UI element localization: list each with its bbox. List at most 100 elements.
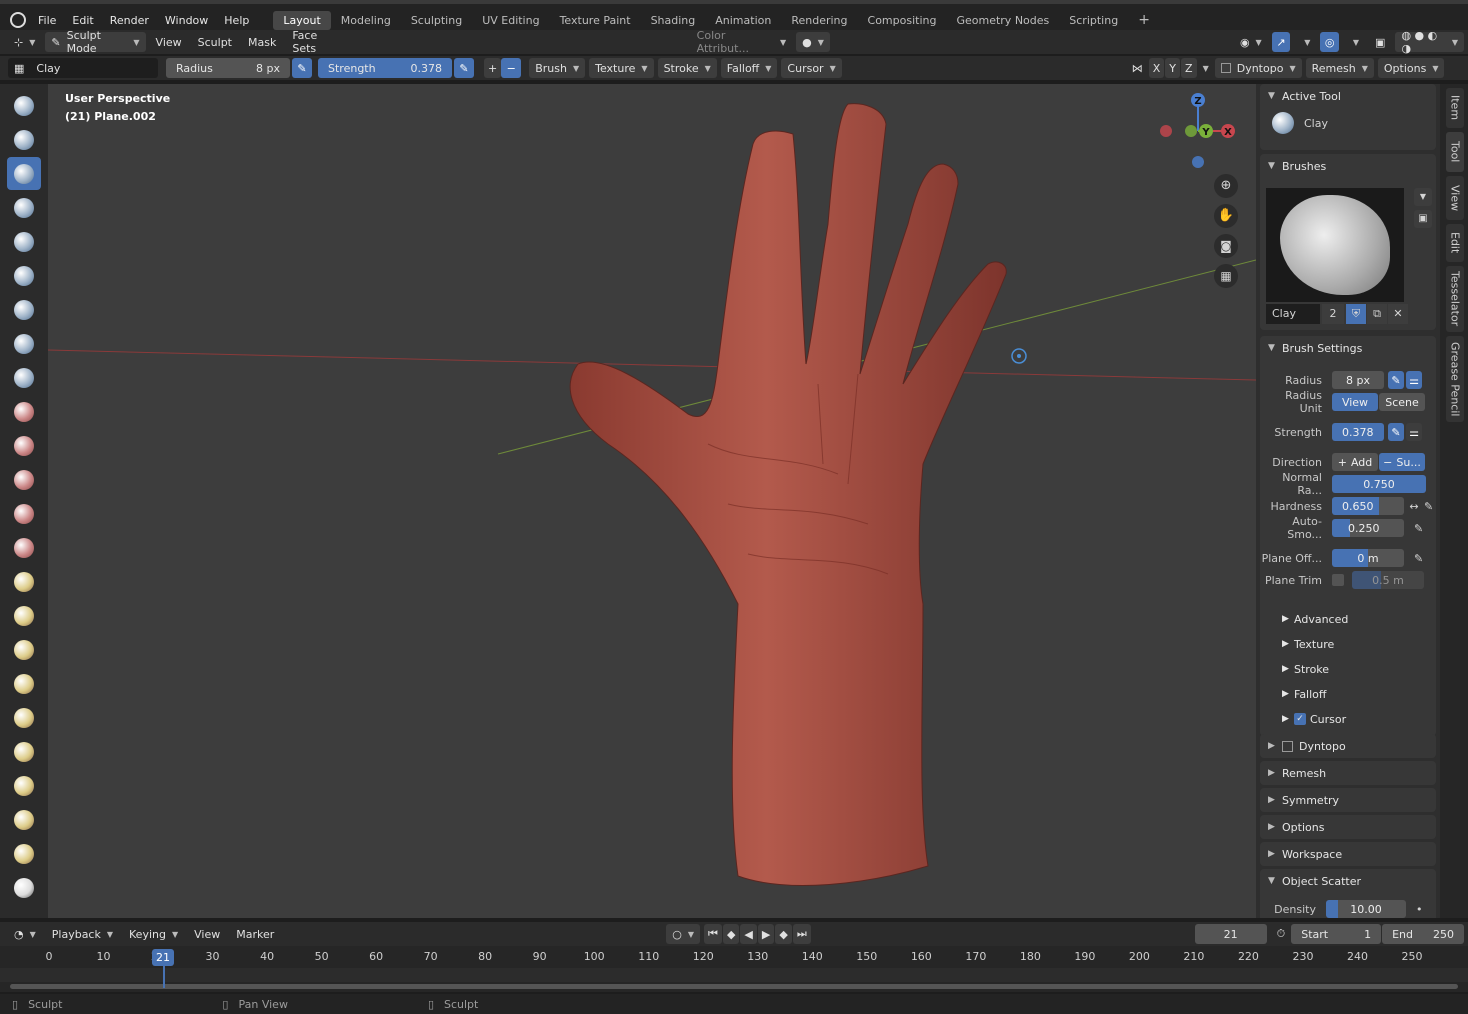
timeline-scrollbar[interactable] [10,984,1458,989]
remesh-section[interactable]: ▶ Remesh [1260,761,1436,785]
tool-slide-relax[interactable] [7,837,41,870]
tool-draw-sharp[interactable] [7,123,41,156]
strength-pressure-toggle-icon[interactable]: ✎ [1388,423,1404,441]
tool-nudge[interactable] [7,769,41,802]
brush-list-dropdown-icon[interactable]: ▼ [1414,188,1432,206]
fake-user-icon[interactable]: ⛨ [1346,304,1366,324]
brush-image-icon[interactable]: ▣ [1414,210,1432,228]
cursor-checkbox[interactable]: ✓ [1294,713,1306,725]
plane-trim-field[interactable]: 0.5 m [1352,571,1424,589]
menu-mask[interactable]: Mask [242,32,282,52]
symmetry-x[interactable]: X [1148,58,1165,78]
preview-range-icon[interactable]: ⏱ [1277,927,1286,941]
symmetry-y[interactable]: Y [1165,58,1181,78]
3d-viewport[interactable]: User Perspective (21) Plane.002 Z X Y ⊕ … [48,84,1256,918]
jump-start-icon[interactable]: ⏮ [704,924,722,944]
strength-unified-icon[interactable]: ⚌ [1406,423,1422,441]
brush-name-field[interactable]: Clay [1266,304,1320,324]
blender-logo-icon[interactable] [10,12,26,28]
color-attribute-selector[interactable]: Color Attribut... ▼ [691,29,793,55]
radius-pressure-icon[interactable]: ✎ [292,58,312,78]
menu-view[interactable]: View [150,32,188,52]
keying-menu[interactable]: Keying ▼ [123,924,184,944]
remesh-menu[interactable]: Remesh ▼ [1305,58,1374,78]
strength-prop-field[interactable]: 0.378 [1332,423,1384,441]
subtract-direction-icon[interactable]: − [501,58,522,78]
texture-menu[interactable]: Texture ▼ [589,58,654,78]
gizmo-dropdown-icon[interactable]: ▼ [1292,32,1316,52]
editor-type-icon[interactable]: ⊹ ▼ [8,32,41,52]
direction-subtract-button[interactable]: − Su... [1379,453,1425,471]
subpanel-texture[interactable]: ▶ Texture [1282,633,1334,655]
tool-snake-hook[interactable] [7,667,41,700]
symmetry-section[interactable]: ▶ Symmetry [1260,788,1436,812]
tab-rendering[interactable]: Rendering [781,11,857,30]
symmetry-z[interactable]: Z [1181,58,1197,78]
start-frame-field[interactable]: Start 1 [1291,924,1382,944]
tab-sculpting[interactable]: Sculpting [401,11,472,30]
auto-smooth-pressure-icon[interactable]: ✎ [1414,522,1423,535]
dyntopo-menu[interactable]: Dyntopo ▼ [1214,58,1302,78]
tab-modeling[interactable]: Modeling [331,11,401,30]
radius-prop-field[interactable]: 8 px [1332,371,1384,389]
tab-tool[interactable]: Tool [1446,132,1464,172]
color-slot-selector[interactable]: ● ▼ [796,32,830,52]
strength-pressure-icon[interactable]: ✎ [454,58,474,78]
brush-preview-image[interactable] [1266,188,1404,302]
menu-face-sets[interactable]: Face Sets [286,29,346,55]
stroke-menu[interactable]: Stroke ▼ [657,58,717,78]
overlay-dropdown-icon[interactable]: ▼ [1341,32,1365,52]
subpanel-stroke[interactable]: ▶ Stroke [1282,658,1329,680]
menu-help[interactable]: Help [216,14,257,27]
gizmo-neg-z-ball[interactable] [1192,156,1204,168]
direction-add-button[interactable]: + Add [1332,453,1378,471]
tool-draw[interactable] [7,89,41,122]
hardness-field[interactable]: 0.650 [1332,497,1404,515]
tab-edit[interactable]: Edit [1446,224,1464,262]
play-icon[interactable]: ▶ [757,924,775,944]
tool-flatten[interactable] [7,429,41,462]
tool-elastic-deform[interactable] [7,633,41,666]
object-scatter-header[interactable]: ▼ Object Scatter [1260,869,1436,893]
brush-users-count[interactable]: 2 [1322,304,1344,324]
workspace-section[interactable]: ▶ Workspace [1260,842,1436,866]
tool-crease[interactable] [7,361,41,394]
jump-keyframe-back-icon[interactable]: ◆ [722,924,740,944]
radius-field[interactable]: Radius 8 px [166,58,290,78]
options-menu[interactable]: Options ▼ [1377,58,1445,78]
tool-clay[interactable] [7,157,41,190]
tab-texture-paint[interactable]: Texture Paint [550,11,641,30]
symmetry-icon[interactable]: ⋈ [1126,58,1149,78]
tab-animation[interactable]: Animation [705,11,781,30]
add-direction-icon[interactable]: + [484,58,502,78]
tool-multiplane-scrape[interactable] [7,531,41,564]
current-frame-field[interactable]: 21 [1194,924,1267,944]
hardness-pressure-icon[interactable]: ✎ [1424,500,1433,513]
jump-keyframe-forward-icon[interactable]: ◆ [775,924,792,944]
radius-pressure-toggle-icon[interactable]: ✎ [1388,371,1404,389]
tool-fill[interactable] [7,463,41,496]
falloff-menu[interactable]: Falloff ▼ [720,58,778,78]
subpanel-advanced[interactable]: ▶ Advanced [1282,608,1348,630]
active-tool-header[interactable]: ▼ Active Tool [1260,84,1436,108]
tool-inflate[interactable] [7,293,41,326]
gizmo-neg-x-ball[interactable] [1160,125,1172,137]
tab-scripting[interactable]: Scripting [1059,11,1128,30]
playback-menu[interactable]: Playback ▼ [46,924,119,944]
hardness-invert-icon[interactable]: ↔ [1404,500,1424,513]
marker-menu[interactable]: Marker [230,924,280,944]
tool-smooth[interactable] [7,395,41,428]
tool-blob[interactable] [7,327,41,360]
tool-clay-strips[interactable] [7,191,41,224]
menu-edit[interactable]: Edit [64,14,101,27]
camera-icon[interactable]: ◙ [1214,234,1238,258]
end-frame-field[interactable]: End 250 [1382,924,1464,944]
strength-field[interactable]: Strength 0.378 [318,58,452,78]
jump-end-icon[interactable]: ⏭ [792,924,811,944]
tool-scrape[interactable] [7,497,41,530]
play-reverse-icon[interactable]: ◀ [740,924,757,944]
tab-shading[interactable]: Shading [641,11,706,30]
dyntopo-section[interactable]: ▶ Dyntopo [1260,734,1436,758]
tab-tesselator[interactable]: Tesselator [1446,266,1464,332]
overlay-toggle-icon[interactable]: ◎ [1320,32,1339,52]
